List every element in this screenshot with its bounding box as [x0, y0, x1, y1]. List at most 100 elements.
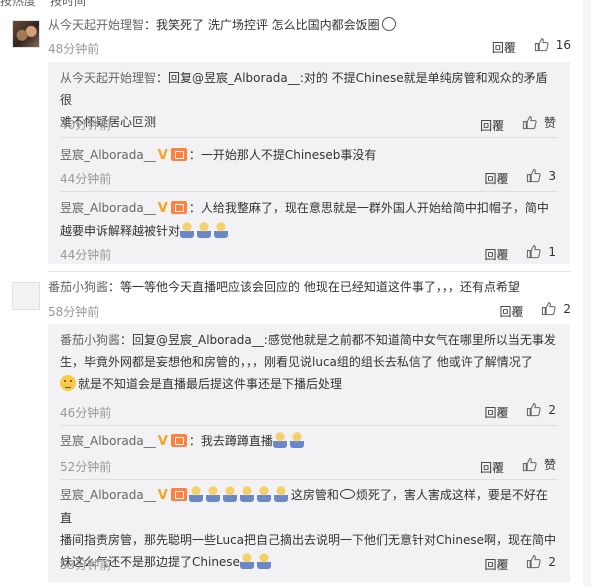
reply-actions: 回覆 3: [485, 168, 556, 187]
eye-emoji-icon: [339, 489, 355, 499]
like-count: 赞: [543, 458, 556, 472]
username-link[interactable]: 番茄小狗酱: [48, 280, 108, 294]
reply-body: ：人给我整麻了，现在意思就是一群外国人开始给简中扣帽子，简中: [188, 201, 549, 215]
doge-emoji-icon: [197, 222, 212, 238]
doge-emoji-icon: [256, 486, 271, 502]
like-count: 16: [555, 37, 571, 52]
reply-text: 昱宸_Alborada__ V ：人给我整麻了，现在意思就是一群外国人开始给简中扣帽…: [60, 197, 558, 242]
doge-emoji-icon: [222, 486, 237, 502]
divider: [60, 425, 558, 426]
level-badge-icon: [170, 434, 187, 447]
thumbs-up-icon: [527, 403, 541, 417]
username-link[interactable]: 昱宸_Alborada__: [60, 201, 156, 215]
like-button[interactable]: 1: [526, 244, 556, 259]
sort-by-time-tab[interactable]: 按时间: [50, 0, 86, 8]
like-count: 赞: [543, 116, 556, 130]
reply-button[interactable]: 回覆: [485, 172, 509, 186]
doge-emoji-icon: [239, 553, 254, 569]
sort-by-hot-tab[interactable]: 按热度: [0, 0, 36, 8]
username-link[interactable]: 昱宸_Alborada__: [60, 488, 156, 502]
reply-button[interactable]: 回覆: [485, 248, 509, 262]
like-count: 2: [563, 301, 571, 316]
divider: [60, 479, 558, 480]
reply-actions: 回覆 赞: [480, 456, 556, 476]
username-link[interactable]: 从今天起开始理智: [60, 71, 156, 85]
reply-body: ：回复@昱宸_Alborada__:感觉他就是之前都不知道简中女气在哪里所以当无…: [120, 333, 556, 347]
reply-body: 这房管和: [290, 488, 339, 502]
reply-actions: 回覆 2: [485, 402, 556, 421]
reply-button[interactable]: 回覆: [500, 305, 524, 319]
like-button[interactable]: 赞: [522, 456, 556, 473]
reply-time: 44分钟前: [60, 172, 112, 186]
like-button[interactable]: 2: [526, 554, 556, 569]
verified-v-icon: V: [157, 434, 168, 449]
thumbs-up-icon: [534, 38, 549, 52]
doge-emoji-icon: [188, 486, 203, 502]
comment-body: ：我笑死了 洗广场控评 怎么比国内都会饭圈: [144, 18, 380, 32]
like-button[interactable]: 16: [534, 37, 571, 52]
reply-button[interactable]: 回覆: [480, 461, 504, 475]
reply-time: 46分钟前: [60, 406, 112, 420]
reply-body: ：我去蹲蹲直播: [188, 434, 273, 448]
doge-emoji-icon: [239, 486, 254, 502]
like-count: 2: [548, 402, 556, 417]
reply-time: 40分钟前: [60, 118, 112, 132]
sort-tabs: 按热度 按时间: [0, 0, 120, 8]
comment-time: 58分钟前: [48, 305, 100, 319]
reply-list: 从今天起开始理智：回复@昱宸_Alborada__:对的 不提Chinese就是…: [48, 62, 570, 264]
doge-emoji-icon: [273, 486, 288, 502]
level-badge-icon: [170, 148, 187, 161]
reply-button[interactable]: 回覆: [480, 119, 504, 133]
reply-actions: 回覆 2: [485, 554, 556, 573]
divider: [60, 191, 558, 192]
like-count: 1: [548, 244, 556, 259]
reply-actions: 回覆 1: [485, 244, 556, 263]
verified-v-icon: V: [157, 201, 168, 216]
reply-button[interactable]: 回覆: [485, 558, 509, 572]
like-count: 3: [548, 168, 556, 183]
reply-actions: 回覆 赞: [480, 114, 556, 134]
verified-v-icon: V: [157, 488, 168, 503]
reply-time: 44分钟前: [60, 248, 112, 262]
comment-divider: [48, 271, 571, 272]
smile-emoji-icon: [381, 17, 396, 31]
like-button[interactable]: 3: [526, 168, 556, 183]
worried-face-icon: [60, 375, 76, 391]
reply-time: 53分钟前: [60, 558, 112, 572]
reply-body-cont: 越要申诉解释越被针对: [60, 224, 181, 238]
reply-body-cont: 就是不知道会是直播最后提这件事还是下播后处理: [78, 377, 343, 391]
thumbs-up-icon: [527, 169, 541, 183]
like-button[interactable]: 2: [526, 402, 556, 417]
username-link[interactable]: 昱宸_Alborada__: [60, 434, 156, 448]
reply-text: 昱宸_Alborada__ V ：我去蹲蹲直播: [60, 430, 558, 453]
comment-text: 番茄小狗酱：等一等他今天直播吧应该会回应的 他现在已经知道这件事了，，，还有点希…: [48, 276, 571, 298]
thumbs-up-icon: [522, 116, 537, 130]
like-button[interactable]: 赞: [522, 114, 556, 131]
avatar[interactable]: [12, 20, 40, 48]
like-count: 2: [548, 554, 556, 569]
reply-text: 番茄小狗酱：回复@昱宸_Alborada__:感觉他就是之前都不知道简中女气在哪…: [60, 329, 558, 395]
like-button[interactable]: 2: [541, 301, 571, 316]
reply-text: 昱宸_Alborada__ V 这房管和 烦死了，害人害成这样，要是不好在直 播间指责…: [60, 484, 558, 573]
reply-list: 番茄小狗酱：回复@昱宸_Alborada__:感觉他就是之前都不知道简中女气在哪…: [48, 324, 570, 582]
username-link[interactable]: 番茄小狗酱: [60, 333, 120, 347]
level-badge-icon: [170, 488, 187, 501]
verified-v-icon: V: [157, 148, 168, 163]
doge-emoji-icon: [289, 432, 304, 448]
avatar[interactable]: [12, 282, 40, 310]
reply-button[interactable]: 回覆: [485, 406, 509, 420]
divider: [60, 137, 558, 138]
comment-time: 48分钟前: [48, 42, 100, 56]
scrollbar[interactable]: [583, 0, 591, 587]
reply-body-cont: 生，毕竟外网都是妄想他和房管的，，，刚看见说luca组的组长去私信了 他或许了解…: [60, 355, 533, 369]
username-link[interactable]: 昱宸_Alborada__: [60, 148, 156, 162]
reply-button[interactable]: 回覆: [492, 41, 516, 55]
doge-emoji-icon: [180, 222, 195, 238]
doge-emoji-icon: [205, 486, 220, 502]
thumbs-up-icon: [527, 555, 541, 569]
reply-time: 52分钟前: [60, 460, 112, 474]
doge-emoji-icon: [256, 553, 271, 569]
level-badge-icon: [170, 201, 187, 214]
username-link[interactable]: 从今天起开始理智: [48, 18, 144, 32]
doge-emoji-icon: [272, 432, 287, 448]
